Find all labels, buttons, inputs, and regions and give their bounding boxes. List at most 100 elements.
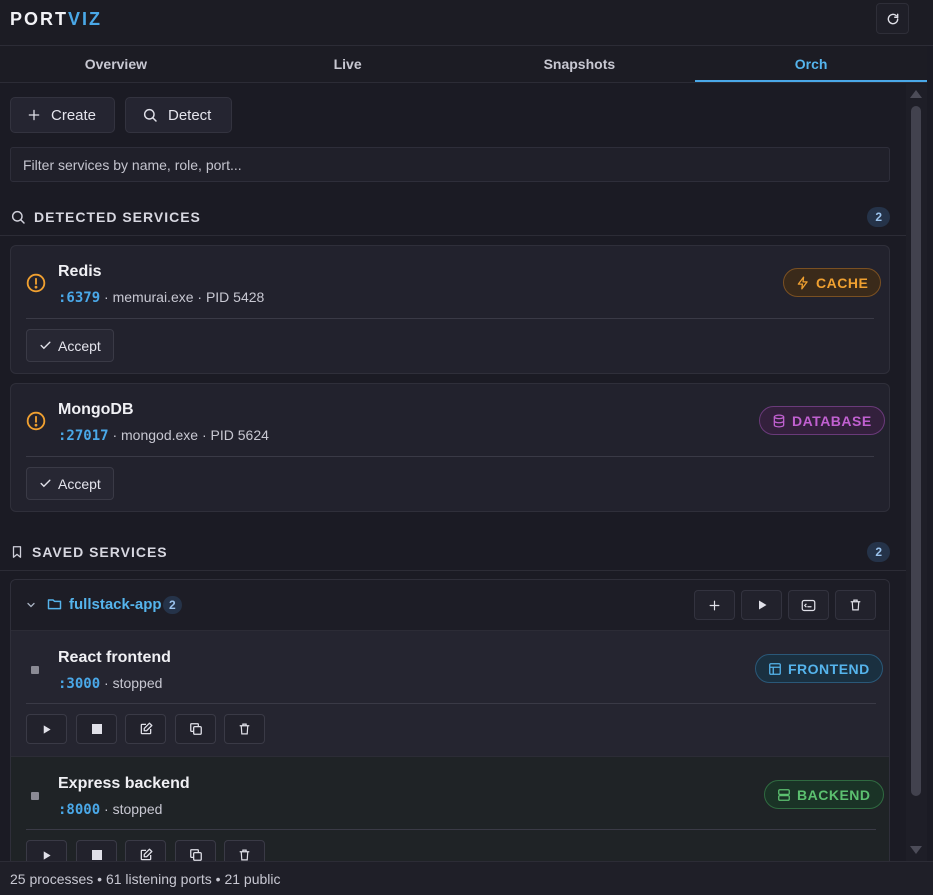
copy-icon bbox=[189, 849, 202, 861]
start-button[interactable] bbox=[26, 840, 67, 861]
add-service-button[interactable] bbox=[694, 590, 735, 620]
divider bbox=[0, 235, 906, 236]
warning-icon bbox=[26, 411, 46, 431]
divider bbox=[26, 703, 876, 704]
chevron-down-icon[interactable] bbox=[25, 599, 37, 611]
service-meta: :8000 · stopped bbox=[58, 801, 163, 818]
database-icon bbox=[773, 414, 785, 427]
saved-service-row: React frontend :3000 · stopped FRONTEND bbox=[11, 630, 889, 756]
edit-button[interactable] bbox=[125, 714, 166, 744]
duplicate-button[interactable] bbox=[175, 714, 216, 744]
service-port: :27017 bbox=[58, 428, 109, 444]
service-meta: :27017 · mongod.exe · PID 5624 bbox=[58, 427, 269, 444]
search-icon bbox=[143, 108, 157, 122]
search-icon bbox=[11, 210, 25, 224]
edit-icon bbox=[140, 722, 152, 735]
status-text: 25 processes • 61 listening ports • 21 p… bbox=[10, 871, 281, 887]
count-badge: 2 bbox=[867, 542, 890, 562]
start-group-button[interactable] bbox=[741, 590, 782, 620]
play-icon bbox=[43, 724, 51, 734]
group-count-badge: 2 bbox=[163, 596, 182, 614]
scroll-up-arrow[interactable] bbox=[910, 90, 922, 98]
saved-services-header: SAVED SERVICES 2 bbox=[10, 537, 890, 567]
tab-orch[interactable]: Orch bbox=[695, 46, 927, 82]
trash-icon bbox=[239, 723, 250, 735]
role-badge-frontend: FRONTEND bbox=[755, 654, 883, 683]
stop-icon bbox=[91, 850, 102, 860]
tab-snapshots[interactable]: Snapshots bbox=[464, 46, 696, 82]
service-port: :3000 bbox=[58, 676, 101, 692]
edit-icon bbox=[140, 848, 152, 861]
service-meta: :6379 · memurai.exe · PID 5428 bbox=[58, 289, 265, 306]
service-name: React frontend bbox=[58, 649, 171, 666]
role-badge-backend: BACKEND bbox=[764, 780, 884, 809]
folder-icon bbox=[47, 599, 62, 610]
delete-button[interactable] bbox=[224, 840, 265, 861]
stop-icon bbox=[91, 724, 102, 734]
detected-service-card: Redis :6379 · memurai.exe · PID 5428 CAC… bbox=[10, 245, 890, 374]
service-port: :8000 bbox=[58, 802, 101, 818]
lightning-icon bbox=[797, 276, 808, 289]
layout-icon bbox=[769, 662, 781, 675]
accept-button[interactable]: Accept bbox=[26, 329, 114, 362]
service-name: Redis bbox=[58, 263, 102, 280]
trash-icon bbox=[239, 849, 250, 861]
plus-icon bbox=[28, 109, 40, 121]
divider bbox=[26, 318, 874, 319]
play-icon bbox=[758, 600, 766, 610]
main-tabs: Overview Live Snapshots Orch bbox=[0, 46, 927, 83]
accept-button[interactable]: Accept bbox=[26, 467, 114, 500]
start-button[interactable] bbox=[26, 714, 67, 744]
edit-button[interactable] bbox=[125, 840, 166, 861]
section-title: DETECTED SERVICES bbox=[34, 209, 201, 225]
orch-panel: Create Detect DETECTED SERVICES 2 Redis … bbox=[0, 84, 906, 861]
bookmark-icon bbox=[12, 546, 22, 558]
trash-icon bbox=[850, 599, 861, 611]
copy-icon bbox=[189, 723, 202, 735]
stop-button[interactable] bbox=[76, 714, 117, 744]
tab-overview[interactable]: Overview bbox=[0, 46, 232, 82]
service-meta: :3000 · stopped bbox=[58, 675, 163, 692]
server-icon bbox=[778, 788, 790, 801]
check-icon bbox=[40, 341, 51, 350]
delete-group-button[interactable] bbox=[835, 590, 876, 620]
stop-button[interactable] bbox=[76, 840, 117, 861]
play-icon bbox=[43, 850, 51, 860]
tab-live[interactable]: Live bbox=[232, 46, 464, 82]
service-port: :6379 bbox=[58, 290, 101, 306]
service-name: MongoDB bbox=[58, 401, 134, 418]
scroll-thumb[interactable] bbox=[911, 106, 921, 796]
group-header[interactable]: fullstack-app 2 bbox=[11, 580, 889, 630]
check-icon bbox=[40, 479, 51, 488]
divider bbox=[26, 456, 874, 457]
terminal-icon bbox=[801, 599, 816, 611]
section-title: SAVED SERVICES bbox=[32, 544, 168, 560]
refresh-icon bbox=[887, 13, 898, 24]
duplicate-button[interactable] bbox=[175, 840, 216, 861]
divider bbox=[26, 829, 876, 830]
divider bbox=[0, 570, 906, 571]
create-button[interactable]: Create bbox=[10, 97, 115, 133]
status-indicator bbox=[31, 666, 39, 674]
count-badge: 2 bbox=[867, 207, 890, 227]
saved-service-row: Express backend :8000 · stopped BACKEND bbox=[11, 756, 889, 861]
terminal-button[interactable] bbox=[788, 590, 829, 620]
refresh-button[interactable] bbox=[876, 3, 909, 34]
group-name: fullstack-app bbox=[69, 596, 162, 613]
app-logo: PORTVIZ bbox=[10, 9, 103, 29]
delete-button[interactable] bbox=[224, 714, 265, 744]
warning-icon bbox=[26, 273, 46, 293]
detected-services-header: DETECTED SERVICES 2 bbox=[10, 202, 890, 232]
status-bar: 25 processes • 61 listening ports • 21 p… bbox=[0, 861, 933, 895]
detect-button[interactable]: Detect bbox=[125, 97, 232, 133]
create-label: Create bbox=[51, 106, 97, 124]
role-badge-cache: CACHE bbox=[783, 268, 882, 297]
filter-input[interactable] bbox=[10, 147, 890, 182]
scrollbar[interactable] bbox=[906, 84, 927, 861]
status-indicator bbox=[31, 792, 39, 800]
service-group: fullstack-app 2 React frontend :3000 · s… bbox=[10, 579, 890, 861]
detected-service-card: MongoDB :27017 · mongod.exe · PID 5624 D… bbox=[10, 383, 890, 512]
detect-label: Detect bbox=[168, 106, 212, 124]
plus-icon bbox=[709, 600, 720, 610]
scroll-down-arrow[interactable] bbox=[910, 846, 922, 854]
